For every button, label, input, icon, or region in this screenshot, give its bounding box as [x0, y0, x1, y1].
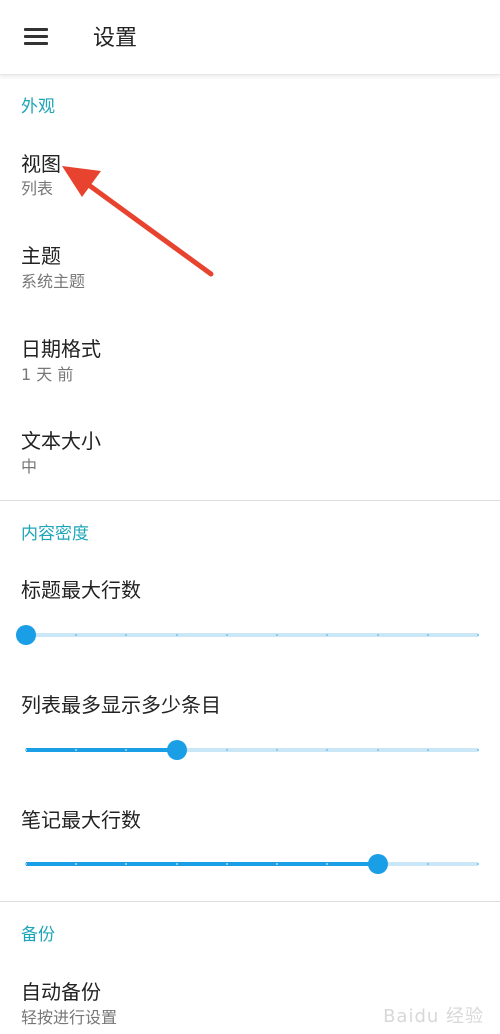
slider-tick [477, 634, 479, 636]
slider-tick [75, 863, 77, 865]
slider-title-list-max-items: 列表最多显示多少条目 [21, 693, 221, 717]
slider-title-max-lines[interactable] [16, 623, 479, 647]
pref-summary-auto-backup: 轻按进行设置 [21, 1008, 118, 1027]
pref-summary-view: 列表 [21, 179, 54, 198]
slider-thumb[interactable] [167, 740, 187, 760]
slider-thumb[interactable] [16, 625, 36, 645]
section-header-backup: 备份 [21, 925, 55, 945]
slider-tick [125, 749, 127, 751]
slider-tick [176, 863, 178, 865]
slider-tick [377, 634, 379, 636]
slider-tick [176, 634, 178, 636]
pref-summary-date-format: 1 天 前 [21, 365, 74, 384]
pref-title-view: 视图 [21, 152, 61, 176]
hamburger-menu-icon[interactable] [24, 28, 48, 46]
section-divider [0, 901, 500, 902]
slider-tick [326, 749, 328, 751]
slider-tick [25, 749, 27, 751]
slider-tick [75, 749, 77, 751]
slider-title-note-max-lines: 笔记最大行数 [21, 808, 141, 832]
pref-title-text-size: 文本大小 [21, 429, 101, 453]
settings-screen: 设置 外观 视图 列表 主题 系统主题 日期格式 1 天 前 文本大小 中 内容… [0, 0, 500, 1034]
pref-summary-text-size: 中 [21, 457, 38, 476]
slider-tick [477, 749, 479, 751]
slider-fill [26, 748, 177, 752]
page-title: 设置 [93, 26, 138, 51]
slider-note-max-lines[interactable] [25, 852, 479, 876]
pref-title-theme: 主题 [21, 244, 61, 268]
slider-tick [377, 749, 379, 751]
slider-tick [75, 634, 77, 636]
slider-tick [125, 863, 127, 865]
slider-tick [326, 863, 328, 865]
pref-title-auto-backup: 自动备份 [21, 980, 101, 1004]
slider-tick [427, 634, 429, 636]
section-divider [0, 500, 500, 501]
slider-tick [276, 749, 278, 751]
slider-tick [276, 863, 278, 865]
slider-thumb[interactable] [368, 854, 388, 874]
slider-tick [226, 634, 228, 636]
pref-summary-theme: 系统主题 [21, 272, 86, 291]
slider-tick [226, 863, 228, 865]
section-header-density: 内容密度 [21, 524, 89, 544]
watermark: Baidu 经验 [383, 1006, 484, 1027]
annotation-arrow-icon [62, 166, 214, 277]
slider-tick [427, 749, 429, 751]
slider-tick [276, 634, 278, 636]
slider-track [26, 633, 478, 637]
slider-tick [125, 634, 127, 636]
slider-list-max-items[interactable] [25, 738, 479, 762]
slider-tick [326, 634, 328, 636]
slider-title-title-max-lines: 标题最大行数 [21, 578, 141, 602]
slider-tick [25, 863, 27, 865]
app-bar: 设置 [0, 0, 500, 75]
section-header-appearance: 外观 [21, 97, 55, 117]
slider-tick [427, 863, 429, 865]
slider-tick [477, 863, 479, 865]
slider-tick [226, 749, 228, 751]
pref-title-date-format: 日期格式 [21, 337, 101, 361]
